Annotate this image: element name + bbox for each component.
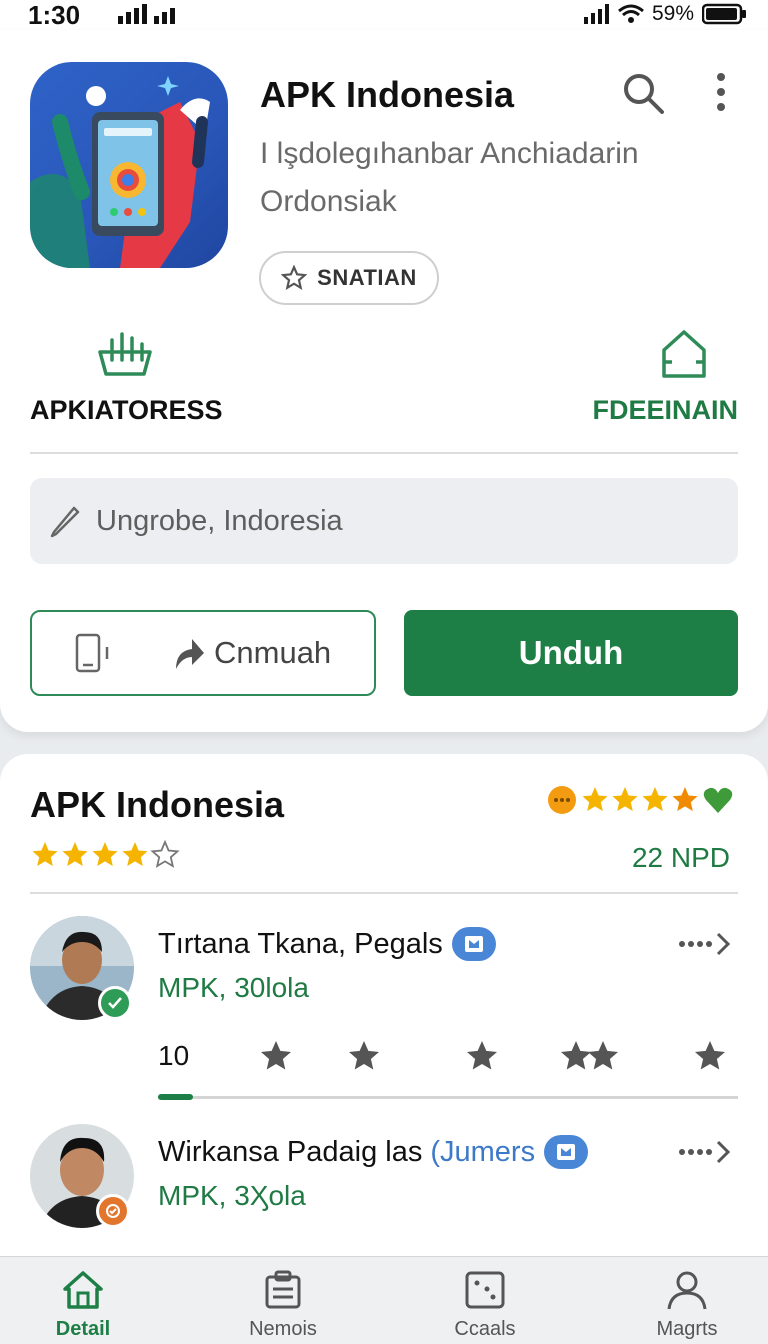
home-icon [63, 1271, 103, 1309]
app-subtitle: I lşdolegıhanbar Anchiadarin Ordonsiak [260, 137, 639, 218]
heart-icon [703, 787, 733, 813]
verified-badge [98, 986, 132, 1020]
reviewer-name[interactable]: Wirkansa Padaig las (Jumers [158, 1134, 589, 1170]
quick-action-right-label: FDEEINAIN [592, 395, 738, 425]
nav-label: Magrts [656, 1318, 718, 1340]
check-icon [106, 1204, 120, 1218]
dice-icon [465, 1271, 505, 1309]
star-icon [467, 1041, 497, 1070]
nav-label: Ccaals [454, 1318, 516, 1340]
status-bar: 1:30 59% [0, 0, 768, 30]
status-time: 1:30 [28, 0, 81, 30]
more-arrow-icon[interactable] [678, 930, 730, 958]
nav-item-magrts[interactable]: Magrts [622, 1269, 752, 1341]
divider [30, 452, 738, 454]
review-count: 22 NPD [631, 842, 730, 873]
bottom-nav: Detail Nemois Ccaals Magrts [0, 1256, 768, 1344]
app-title: APK Indonesia [260, 74, 515, 115]
quick-action-left-label: APKIATORESS [30, 395, 223, 425]
reviewer-meta: MPK, 3Ӽola [158, 1180, 306, 1211]
more-arrow-icon[interactable] [678, 1138, 730, 1166]
app-logo [30, 62, 228, 268]
clipboard-icon [265, 1270, 301, 1309]
person-icon [667, 1271, 707, 1310]
star-outline-icon [281, 265, 308, 290]
download-button[interactable]: Unduh [404, 610, 738, 696]
reviewer-meta: MPK, 30lola [158, 972, 309, 1003]
signal-icon [118, 4, 175, 24]
rating-badges [546, 784, 734, 816]
more-vertical-icon[interactable] [708, 70, 734, 116]
reviews-title: APK Indonesia [30, 784, 285, 825]
rating-number: 10 [158, 1040, 190, 1071]
badge-icon [451, 927, 496, 961]
quick-action-right[interactable]: FDEEINAIN [568, 330, 738, 426]
rating-slider[interactable]: 10 [158, 1038, 738, 1100]
battery-icon [702, 3, 746, 25]
device-icon [75, 633, 109, 673]
reviewer-name[interactable]: Tırtana Tkana, Pegals [158, 926, 497, 962]
avatar[interactable] [30, 916, 134, 1020]
nav-item-nemois[interactable]: Nemois [218, 1269, 348, 1341]
review-item: Tırtana Tkana, Pegals MPK, 30lola 10 [30, 916, 738, 1106]
avatar[interactable] [30, 1124, 134, 1228]
share-button[interactable]: Cnmuah [30, 610, 376, 696]
cell-signal-icon [583, 4, 609, 24]
reviewer-name-text: Tırtana Tkana, Pegals [158, 927, 443, 960]
divider [30, 892, 738, 894]
badge-icon [544, 1135, 589, 1169]
follow-chip-label: SNATIAN [317, 265, 417, 290]
location-value: Ungrobe, Indoresia [96, 504, 343, 537]
wifi-icon [618, 4, 644, 23]
reviewer-badge [96, 1194, 130, 1228]
pencil-icon [50, 506, 80, 538]
search-icon[interactable] [620, 70, 666, 116]
star-icon [349, 1041, 379, 1070]
home-outline-icon [662, 330, 706, 378]
quick-action-left[interactable]: APKIATORESS [30, 330, 250, 426]
nav-item-ccaals[interactable]: Ccaals [420, 1269, 550, 1341]
rating-track [158, 1096, 738, 1099]
battery-percent: 59% [651, 2, 694, 25]
reviewer-name-extra: (Jumers [430, 1135, 536, 1168]
rating-fill [158, 1094, 193, 1100]
nav-item-detail[interactable]: Detail [18, 1269, 148, 1341]
emoji-badge-icon [548, 786, 576, 814]
location-field[interactable]: Ungrobe, Indoresia [30, 478, 738, 564]
star-icon [261, 1041, 291, 1070]
nav-label: Nemois [249, 1318, 317, 1340]
app-header-card: APK Indonesia I lşdolegıhanbar Anchiadar… [0, 30, 768, 732]
review-item: Wirkansa Padaig las (Jumers MPK, 3Ӽola [30, 1124, 738, 1234]
star-icon [32, 840, 180, 868]
nav-label: Detail [55, 1318, 111, 1340]
follow-chip[interactable]: SNATIAN [259, 251, 439, 305]
double-star-icon [561, 1041, 618, 1070]
reviews-card: APK Indonesia 22 NPD Tırtana Tkana, Pega… [0, 754, 768, 1274]
star-icon [695, 1041, 725, 1070]
rating-stars [30, 840, 180, 870]
basket-hand-icon [98, 332, 152, 376]
reviewer-name-text: Wirkansa Padaig las [158, 1135, 423, 1168]
share-button-label: Cnmuah [214, 635, 332, 670]
check-icon [108, 997, 122, 1009]
share-arrow-icon [176, 639, 204, 669]
star-icon [582, 787, 698, 811]
